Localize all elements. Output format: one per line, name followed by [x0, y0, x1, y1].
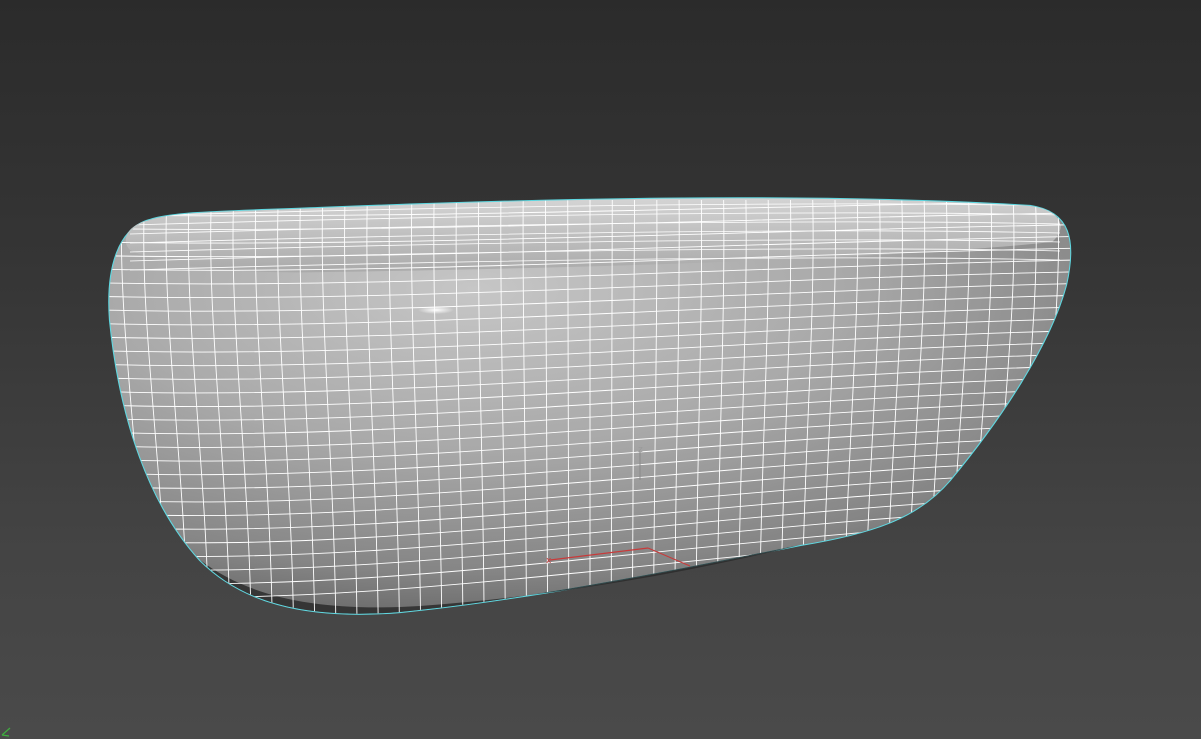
3d-viewport[interactable]: z x [0, 0, 1201, 739]
gizmo-x-label: x [546, 556, 552, 566]
specular-highlight [418, 306, 454, 314]
viewport-scene[interactable]: z x [0, 0, 1201, 739]
world-axis-tripod [1, 727, 11, 737]
gizmo-z-label: z [638, 445, 643, 455]
